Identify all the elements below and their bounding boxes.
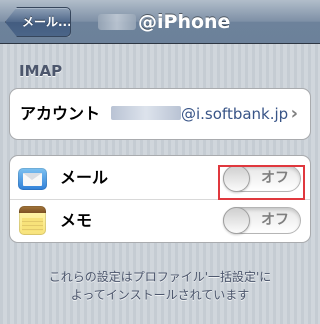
toggle-state-label: オフ [261,212,289,228]
notes-toggle-switch[interactable]: オフ [223,207,301,234]
back-button-label: メール... [22,15,70,29]
setting-label-notes: メモ [60,211,93,230]
mail-icon [18,168,47,190]
account-value: @i.softbank.jp [181,105,289,123]
footer-line-2: よってインストールされています [70,288,250,302]
page-title: @iPhone [138,11,231,33]
highlight-box [218,165,305,200]
account-row[interactable]: アカウント @i.softbank.jp › [10,89,310,139]
toggle-knob [223,207,250,234]
notes-icon [19,206,46,235]
profile-footer-note: これらの設定はプロファイル'一括設定'に よってインストールされています [12,268,308,304]
setting-row-notes: メモ オフ [10,200,310,242]
setting-label-mail: メール [60,168,109,187]
account-label: アカウント [20,104,101,123]
section-header-imap: IMAP [19,62,63,80]
account-group: アカウント @i.softbank.jp › [9,88,311,140]
footer-line-1: これらの設定はプロファイル'一括設定'に [48,270,272,284]
chevron-right-icon: › [290,103,298,124]
redacted-name [98,14,136,30]
nav-title-container: @iPhone [90,0,310,44]
redacted-account [111,106,181,120]
navigation-bar: メール... @iPhone [0,0,320,44]
back-button[interactable]: メール... [5,7,71,37]
